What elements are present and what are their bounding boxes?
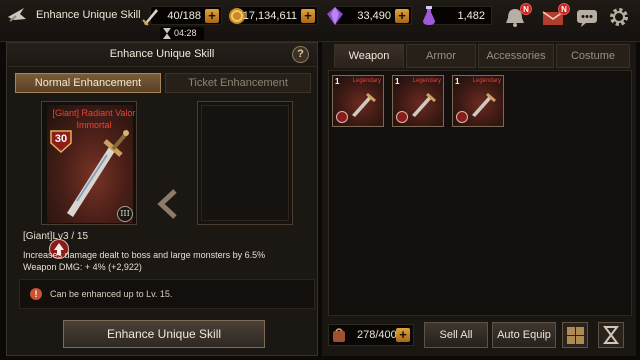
notice-text: Can be enhanced up to Lv. 15. [50, 289, 173, 299]
sword-icon [352, 92, 376, 117]
grid-view-button[interactable] [562, 322, 588, 348]
expand-bag-button[interactable]: + [396, 328, 410, 342]
tab-armor[interactable]: Armor [406, 44, 476, 68]
alert-icon: ! [30, 288, 42, 300]
skill-effect-text: Increases damage dealt to boss and large… [23, 250, 266, 260]
tab-weapon[interactable]: Weapon [334, 44, 404, 68]
chevron-left-icon [157, 189, 177, 219]
item-count: 1 [395, 77, 400, 86]
screen-title: Enhance Unique Skill [36, 9, 141, 21]
potion-icon [423, 6, 435, 25]
item-level: 30 [54, 133, 68, 145]
tab-accessories[interactable]: Accessories [478, 44, 554, 68]
item-grade-label: Legendary [472, 78, 501, 84]
item-tier-badge: III [117, 206, 133, 222]
sort-button[interactable] [598, 322, 624, 348]
notice-box: ! Can be enhanced up to Lv. 15. [19, 279, 315, 309]
settings-button[interactable] [606, 6, 632, 28]
auto-equip-button[interactable]: Auto Equip [492, 322, 556, 348]
inventory-item[interactable]: 1 Legendary [392, 75, 444, 127]
bag-capacity: 278/400 + [328, 324, 414, 346]
item-count: 1 [335, 77, 340, 86]
enhance-panel: Enhance Unique Skill ? Normal Enhancemen… [6, 42, 318, 356]
gem-counter: 33,490 + [327, 6, 412, 25]
tab-ticket-enhancement[interactable]: Ticket Enhancement [165, 73, 311, 93]
ticket-value: 1,482 [457, 10, 485, 22]
bag-icon [333, 328, 345, 342]
tab-normal-enhancement[interactable]: Normal Enhancement [15, 73, 161, 93]
notification-badge: N [520, 3, 532, 15]
material-slot[interactable] [197, 101, 293, 225]
notification-button[interactable]: N [502, 3, 532, 28]
gold-value: 17,134,611 [242, 10, 297, 22]
gear-icon [610, 8, 628, 26]
bag-capacity-value: 278/400 [357, 329, 397, 341]
mail-button[interactable]: N [540, 3, 570, 28]
item-count: 1 [455, 77, 460, 86]
chat-icon [577, 10, 597, 27]
skill-level-text: [Giant]Lv3 / 15 [23, 231, 89, 242]
inventory-item[interactable]: 1 Legendary [332, 75, 384, 127]
sword-icon [472, 92, 496, 117]
back-icon[interactable] [6, 5, 28, 25]
add-gem-button[interactable]: + [395, 9, 409, 23]
panel-title: Enhance Unique Skill [109, 48, 215, 60]
selected-skill-name: [Giant] Radiant Valor Immortal [52, 108, 136, 130]
add-gold-button[interactable]: + [301, 9, 315, 23]
stamina-value: 40/188 [167, 10, 201, 22]
tab-costume[interactable]: Costume [556, 44, 630, 68]
sword-icon [412, 92, 436, 117]
sell-all-button[interactable]: Sell All [424, 322, 488, 348]
sword-icon [142, 9, 158, 26]
gem-value: 33,490 [357, 10, 391, 22]
item-grade-label: Legendary [412, 78, 441, 84]
chat-button[interactable] [574, 6, 600, 28]
gem-icon [327, 7, 343, 25]
hourglass-icon [163, 28, 171, 39]
enhance-button[interactable]: Enhance Unique Skill [63, 320, 265, 348]
inventory-item[interactable]: 1 Legendary [452, 75, 504, 127]
stamina-timer: 04:28 [160, 27, 204, 40]
weapon-damage-text: Weapon DMG: + 4% (+2,922) [23, 262, 142, 272]
top-bar: Enhance Unique Skill 40/188 + 04:28 17,1… [0, 0, 640, 42]
ticket-counter: 1,482 [423, 6, 492, 25]
item-grade-label: Legendary [352, 78, 381, 84]
hourglass-icon [603, 326, 619, 344]
add-stamina-button[interactable]: + [205, 9, 219, 23]
grade-up-icon [336, 111, 348, 123]
inventory-panel: Weapon Armor Accessories Costume 1 Legen… [322, 42, 636, 356]
material-slot-inner [201, 105, 289, 221]
mail-badge: N [558, 3, 570, 15]
timer-value: 04:28 [174, 28, 197, 38]
stamina-counter: 40/188 + [142, 6, 222, 26]
grade-up-icon [456, 111, 468, 123]
gold-counter: 17,134,611 + [229, 6, 318, 25]
help-button[interactable]: ? [292, 46, 309, 63]
grade-up-icon [396, 111, 408, 123]
panel-header: Enhance Unique Skill ? [7, 43, 317, 67]
item-level-badge: 30 [49, 129, 73, 154]
